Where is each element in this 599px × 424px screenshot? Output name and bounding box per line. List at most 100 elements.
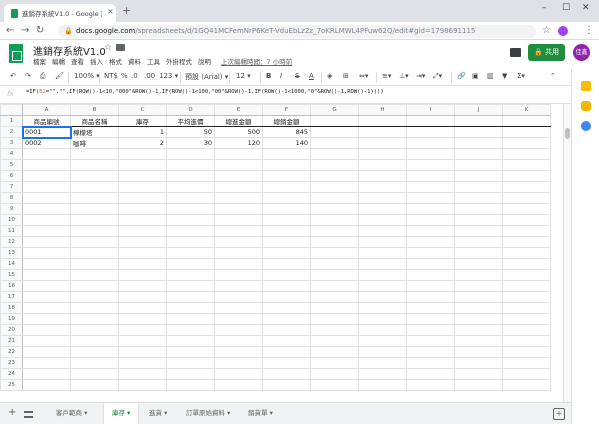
cell[interactable] [454, 280, 503, 292]
cell[interactable] [214, 368, 263, 380]
cell[interactable] [22, 247, 71, 259]
cell[interactable] [310, 236, 359, 248]
cell[interactable] [454, 335, 503, 347]
menu-view[interactable]: 查看 [71, 56, 84, 66]
cell[interactable]: 500 [214, 126, 263, 138]
cell[interactable] [22, 291, 71, 303]
cell[interactable] [358, 148, 407, 160]
cell[interactable] [166, 313, 215, 325]
cell[interactable] [214, 225, 263, 237]
cell[interactable] [166, 302, 215, 314]
sheet-tab-active[interactable]: 庫存 ▾ [104, 403, 139, 424]
column-header[interactable]: B [70, 104, 119, 116]
cell[interactable] [502, 115, 551, 127]
cell[interactable] [22, 302, 71, 314]
cell[interactable] [406, 159, 455, 171]
decrease-decimal-button[interactable]: .0 [131, 72, 138, 80]
cell[interactable] [358, 379, 407, 391]
cell[interactable] [22, 313, 71, 325]
column-header[interactable]: C [118, 104, 167, 116]
close-tab-icon[interactable]: × [107, 7, 114, 16]
cell[interactable] [262, 159, 311, 171]
row-header[interactable]: 24 [0, 368, 23, 380]
cell[interactable] [406, 357, 455, 369]
cell[interactable] [70, 159, 119, 171]
close-window-button[interactable]: ✕ [582, 3, 590, 13]
cell[interactable]: 1 [118, 126, 167, 138]
text-color-button[interactable]: A [309, 72, 314, 80]
cell[interactable] [118, 324, 167, 336]
cell[interactable] [310, 148, 359, 160]
cell[interactable] [310, 170, 359, 182]
row-header[interactable]: 11 [0, 225, 23, 237]
cell[interactable] [454, 181, 503, 193]
cell[interactable] [358, 247, 407, 259]
row-header[interactable]: 16 [0, 280, 23, 292]
cell[interactable] [118, 236, 167, 248]
cell[interactable] [166, 181, 215, 193]
currency-format-button[interactable]: NT$ [104, 72, 118, 80]
italic-button[interactable]: I [280, 72, 282, 80]
cell[interactable] [214, 170, 263, 182]
cell[interactable] [70, 181, 119, 193]
calendar-icon[interactable] [581, 81, 591, 91]
cell[interactable] [70, 269, 119, 281]
cell[interactable] [358, 192, 407, 204]
cell[interactable] [502, 159, 551, 171]
minimize-button[interactable]: – [542, 3, 547, 13]
cell[interactable]: 商品編號 [22, 115, 71, 127]
cell[interactable] [454, 126, 503, 138]
cell[interactable] [166, 203, 215, 215]
spreadsheet-grid[interactable]: ABCDEFGHIJK 1 商品編號 商品名稱 庫存 平均進價 總進金額 總銷金額 2 0001… [0, 104, 571, 402]
share-button[interactable]: 🔒 共用 [528, 44, 565, 61]
menu-tools[interactable]: 工具 [147, 56, 160, 66]
cell[interactable] [118, 335, 167, 347]
column-header[interactable]: K [502, 104, 551, 116]
cell[interactable] [406, 269, 455, 281]
star-icon[interactable]: ☆ [104, 43, 112, 53]
sheet-tab[interactable]: 客戶範商 ▾ [48, 403, 95, 424]
column-header[interactable]: G [310, 104, 359, 116]
cell[interactable] [70, 148, 119, 160]
cell[interactable] [454, 170, 503, 182]
cell[interactable]: 商品名稱 [70, 115, 119, 127]
cell[interactable] [166, 379, 215, 391]
cell[interactable] [22, 203, 71, 215]
row-header[interactable]: 6 [0, 170, 23, 182]
add-sheet-button[interactable]: + [8, 407, 16, 418]
cell[interactable] [118, 302, 167, 314]
cell[interactable] [406, 247, 455, 259]
cell[interactable] [406, 258, 455, 270]
cell[interactable] [166, 346, 215, 358]
filter-icon[interactable]: ▼ [502, 72, 507, 80]
cell[interactable] [502, 126, 551, 138]
cell[interactable] [454, 379, 503, 391]
cell[interactable]: 庫存 [118, 115, 167, 127]
cell[interactable] [214, 203, 263, 215]
row-header[interactable]: 3 [0, 137, 23, 149]
bold-button[interactable]: B [266, 72, 271, 80]
cell[interactable] [502, 236, 551, 248]
borders-icon[interactable]: ⊞ [343, 72, 349, 80]
cell[interactable] [406, 368, 455, 380]
cell[interactable] [214, 324, 263, 336]
functions-icon[interactable]: Σ▾ [517, 72, 525, 80]
cell[interactable] [262, 368, 311, 380]
cell[interactable] [502, 280, 551, 292]
cell[interactable] [22, 357, 71, 369]
cell[interactable] [454, 159, 503, 171]
cell[interactable] [406, 115, 455, 127]
merge-cells-icon[interactable]: ⇔▾ [359, 72, 368, 80]
cell[interactable] [118, 159, 167, 171]
cell[interactable] [166, 247, 215, 259]
row-header[interactable]: 18 [0, 302, 23, 314]
menu-format[interactable]: 格式 [109, 56, 122, 66]
cell[interactable] [454, 236, 503, 248]
cell[interactable] [262, 225, 311, 237]
cell[interactable] [262, 357, 311, 369]
cell[interactable] [310, 302, 359, 314]
cell[interactable] [214, 313, 263, 325]
cell[interactable] [358, 115, 407, 127]
column-header[interactable]: H [358, 104, 407, 116]
insert-comment-icon[interactable]: ▣ [472, 72, 479, 80]
